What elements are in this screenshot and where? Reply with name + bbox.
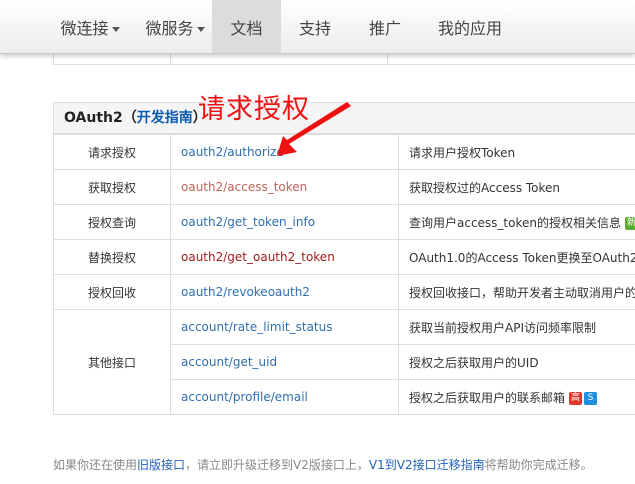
chevron-down-icon	[111, 27, 120, 32]
desc-text: 授权之后获取用户的联系邮箱	[409, 390, 566, 405]
nav-zhichi-label: 支持	[298, 19, 331, 38]
desc-text: 查询用户access_token的授权相关信息	[409, 215, 621, 230]
desc-cell: 授权之后获取用户的联系邮箱高 S	[398, 379, 635, 415]
table-row: 授权回收 oauth2/revokeoauth2 授权回收接口，帮助开发者主动取…	[53, 274, 635, 310]
nav-tuiguang-label: 推广	[368, 19, 401, 38]
nav-weilianjie-label: 微连接	[60, 19, 109, 38]
section-paren-open: （	[122, 110, 137, 126]
api-link[interactable]: oauth2/get_oauth2_token	[181, 250, 335, 264]
desc-cell: 请求用户授权Token	[398, 134, 635, 170]
nav-wendang-label: 文档	[230, 19, 263, 38]
api-link[interactable]: account/rate_limit_status	[181, 320, 333, 334]
path-cell: oauth2/access_token	[170, 169, 399, 205]
desc-cell: 授权回收接口，帮助开发者主动取消用户的授	[398, 274, 635, 310]
high-level-badge-icon: 高	[569, 391, 583, 405]
s-badge-icon: S	[584, 391, 598, 405]
nav-my-apps[interactable]: 我的应用	[428, 0, 512, 53]
api-link[interactable]: oauth2/revokeoauth2	[181, 285, 310, 299]
category-cell: 其他接口	[53, 309, 171, 415]
notice-text: ，请立即升级迁移到V2版接口上，	[185, 458, 369, 472]
new-badge-icon: 新	[625, 216, 635, 230]
path-cell: oauth2/get_token_info	[170, 204, 399, 240]
nav-tuiguang[interactable]: 推广	[355, 0, 415, 53]
old-api-link[interactable]: 旧版接口	[137, 458, 185, 472]
notice-text: 如果你还在使用	[53, 458, 138, 472]
category-cell: 替换授权	[53, 239, 171, 275]
nav-weilianjie[interactable]: 微连接	[52, 0, 128, 53]
api-link[interactable]: oauth2/get_token_info	[181, 215, 315, 229]
nav-zhichi[interactable]: 支持	[285, 0, 345, 53]
category-cell: 请求授权	[53, 134, 171, 170]
nav-weifuwu[interactable]: 微服务	[137, 0, 213, 53]
oauth2-api-table: 请求授权 oauth2/authorize 请求用户授权Token 获取授权 o…	[53, 134, 635, 415]
migration-guide-link[interactable]: V1到V2接口迁移指南	[369, 458, 485, 472]
api-link[interactable]: oauth2/authorize	[181, 145, 284, 159]
path-cell: account/get_uid	[170, 344, 399, 380]
nav-wendang[interactable]: 文档	[212, 0, 281, 53]
migration-notice: 如果你还在使用旧版接口，请立即升级迁移到V2版接口上，V1到V2接口迁移指南将帮…	[53, 456, 593, 473]
desc-cell: 获取当前授权用户API访问频率限制	[398, 309, 635, 345]
top-navbar: 微连接 微服务 文档 支持 推广 我的应用	[0, 0, 635, 54]
nav-weifuwu-label: 微服务	[145, 19, 194, 38]
desc-cell: OAuth1.0的Access Token更换至OAuth2.0的A	[398, 239, 635, 275]
path-cell: oauth2/revokeoauth2	[170, 274, 399, 310]
table-row: 获取授权 oauth2/access_token 获取授权过的Access To…	[53, 169, 635, 205]
nav-my-apps-label: 我的应用	[437, 19, 502, 38]
path-cell: account/profile/email	[170, 379, 399, 415]
category-cell: 获取授权	[53, 169, 171, 205]
chevron-down-icon	[196, 27, 205, 32]
annotation-arrow-icon	[277, 102, 351, 156]
notice-text: 将帮助你完成迁移。	[484, 458, 593, 472]
desc-cell: 授权之后获取用户的UID	[398, 344, 635, 380]
path-cell: oauth2/get_oauth2_token	[170, 239, 399, 275]
path-cell: account/rate_limit_status	[170, 309, 399, 345]
table-row: 其他接口 account/rate_limit_status 获取当前授权用户A…	[53, 309, 635, 415]
table-row: 替换授权 oauth2/get_oauth2_token OAuth1.0的Ac…	[53, 239, 635, 275]
table-row: 授权查询 oauth2/get_token_info 查询用户access_to…	[53, 204, 635, 240]
category-cell: 授权回收	[53, 274, 171, 310]
desc-cell: 查询用户access_token的授权相关信息新	[398, 204, 635, 240]
api-link[interactable]: account/profile/email	[181, 390, 308, 404]
section-title: OAuth2	[64, 110, 123, 126]
api-link[interactable]: oauth2/access_token	[181, 180, 307, 194]
desc-cell: 获取授权过的Access Token	[398, 169, 635, 205]
api-link[interactable]: account/get_uid	[181, 355, 277, 369]
dev-guide-link[interactable]: 开发指南	[137, 110, 193, 126]
category-cell: 授权查询	[53, 204, 171, 240]
